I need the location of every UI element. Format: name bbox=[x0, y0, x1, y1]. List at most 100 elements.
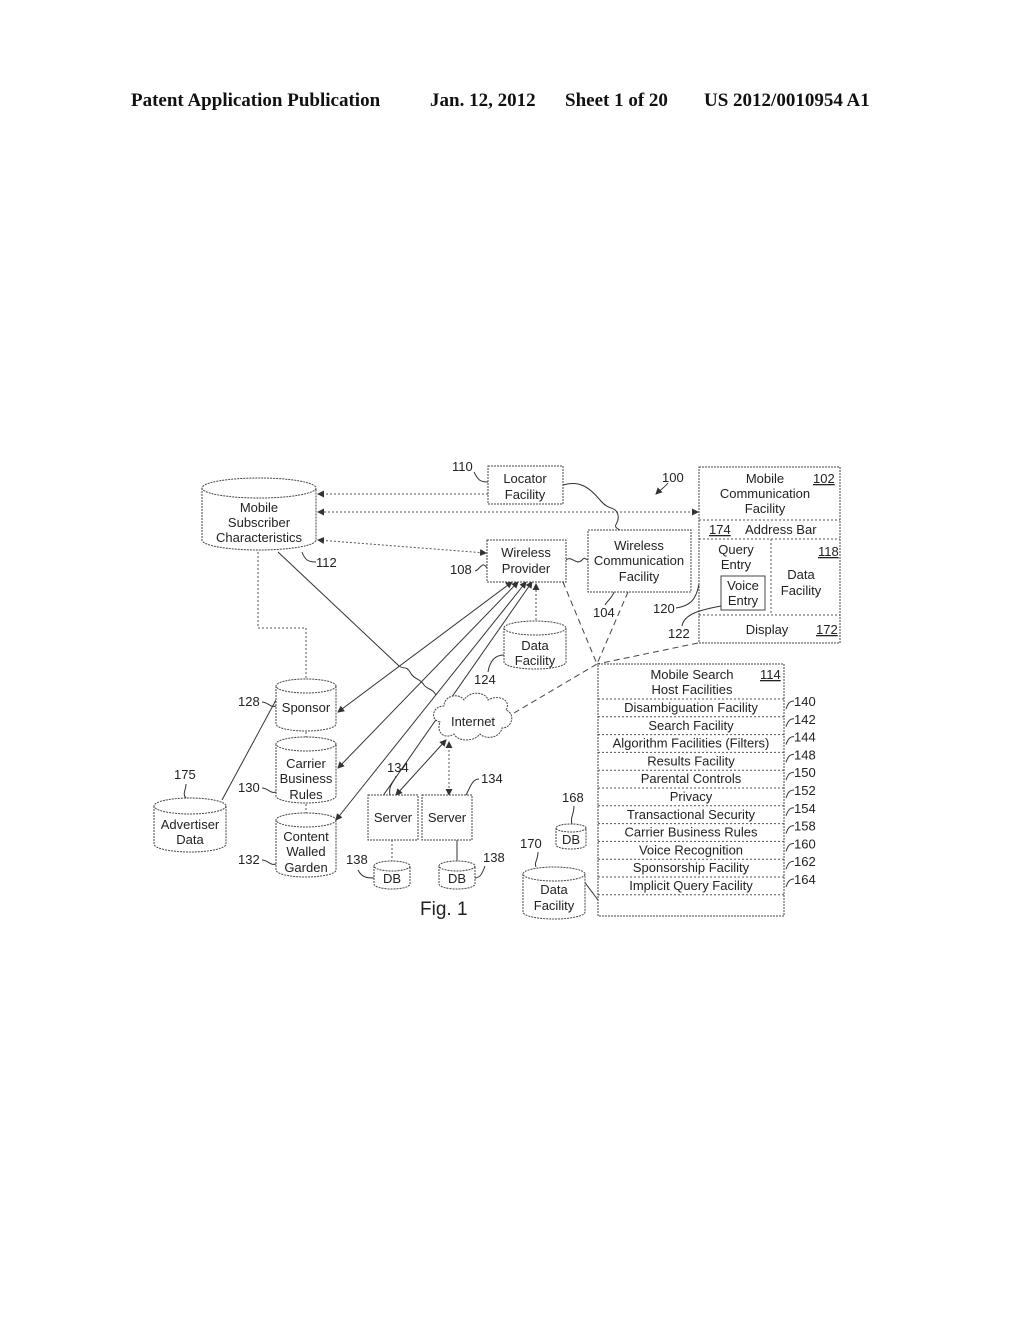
host-row-label: Results Facility bbox=[647, 753, 735, 768]
ref-leader bbox=[785, 860, 795, 870]
wireless-provider: Wireless Provider 108 bbox=[450, 539, 567, 583]
ref-number: 154 bbox=[794, 801, 816, 816]
figure-1-diagram: Mobile Subscriber Characteristics 112 Lo… bbox=[153, 459, 841, 920]
host-row-label: Implicit Query Facility bbox=[629, 878, 753, 893]
system-ref-number: 100 bbox=[662, 470, 684, 485]
node-label: Facility bbox=[745, 501, 786, 516]
mobile-search-host-facilities: Mobile Search Host Facilities 114 Disamb… bbox=[597, 663, 816, 917]
connector-subscriber-internet bbox=[277, 551, 437, 696]
node-label: Communication bbox=[594, 553, 684, 568]
mobile-subscriber-characteristics: Mobile Subscriber Characteristics 112 bbox=[201, 477, 337, 570]
node-label: Mobile bbox=[240, 500, 278, 515]
node-label: Subscriber bbox=[228, 515, 291, 530]
node-label: Server bbox=[428, 810, 467, 825]
ref-leader bbox=[785, 736, 795, 745]
ref-number: 168 bbox=[562, 790, 584, 805]
ref-number: 144 bbox=[794, 730, 816, 745]
content-walled-garden: Content Walled Garden 132 bbox=[238, 812, 337, 878]
node-label: Mobile Search bbox=[650, 667, 733, 682]
ref-leader bbox=[785, 700, 795, 710]
host-row-label: Transactional Security bbox=[627, 807, 756, 822]
node-label: Facility bbox=[505, 487, 546, 502]
ref-number: 122 bbox=[668, 626, 690, 641]
connector-provider-wireless-comm bbox=[565, 557, 589, 563]
ref-leader bbox=[785, 825, 795, 834]
host-row-label: Algorithm Facilities (Filters) bbox=[613, 736, 770, 751]
ref-number: 152 bbox=[794, 783, 816, 798]
ref-leader bbox=[785, 771, 795, 781]
ref-number: 132 bbox=[238, 852, 260, 867]
ref-number: 170 bbox=[520, 836, 542, 851]
ref-number: 172 bbox=[816, 622, 838, 637]
node-label: DB bbox=[383, 871, 401, 886]
connector-provider-host bbox=[562, 581, 598, 665]
ref-number: 102 bbox=[813, 471, 835, 486]
node-label: Wireless bbox=[614, 538, 664, 553]
internet-cloud: Internet bbox=[433, 692, 513, 741]
node-label: Internet bbox=[451, 714, 495, 729]
ref-leader bbox=[785, 842, 795, 852]
ref-number: 142 bbox=[794, 712, 816, 727]
host-row-label: Parental Controls bbox=[641, 771, 742, 786]
ref-number: 175 bbox=[174, 767, 196, 782]
ref-leader bbox=[785, 878, 795, 888]
host-row-label: Carrier Business Rules bbox=[625, 825, 758, 840]
connector-subscriber-provider bbox=[317, 536, 487, 557]
ref-number: 164 bbox=[794, 872, 816, 887]
node-label: Business bbox=[280, 771, 333, 786]
wireless-communication-facility: Wireless Communication Facility 104 bbox=[587, 529, 692, 620]
ref-number: 118 bbox=[818, 544, 839, 559]
db-138-left: DB 138 bbox=[346, 852, 411, 890]
connector-internet-host bbox=[513, 663, 598, 714]
ref-number: 174 bbox=[709, 522, 731, 537]
ref-number: 112 bbox=[316, 555, 337, 570]
node-label: Entry bbox=[728, 593, 759, 608]
connector-mobile-host bbox=[596, 642, 699, 665]
sponsor: Sponsor 128 bbox=[238, 678, 337, 732]
ref-number: 110 bbox=[452, 459, 473, 474]
ref-leader bbox=[785, 789, 795, 799]
ref-number: 120 bbox=[653, 601, 675, 616]
host-row-label: Disambiguation Facility bbox=[624, 700, 758, 715]
ref-number: 128 bbox=[238, 694, 260, 709]
node-label: Walled bbox=[286, 844, 325, 859]
display-label: Display bbox=[746, 622, 789, 637]
address-bar-label: Address Bar bbox=[745, 522, 817, 537]
data-facility-124: Data Facility 124 bbox=[474, 620, 567, 687]
ref-number: 158 bbox=[794, 819, 816, 834]
ref-leader bbox=[785, 753, 795, 763]
node-label: Facility bbox=[534, 898, 575, 913]
ref-leader bbox=[785, 718, 795, 727]
node-label: Facility bbox=[781, 583, 822, 598]
node-label: Data bbox=[176, 832, 204, 847]
node-label: Rules bbox=[289, 787, 323, 802]
node-label: Advertiser bbox=[161, 817, 220, 832]
ref-leader bbox=[785, 807, 795, 816]
host-row-label: Privacy bbox=[670, 789, 713, 804]
node-label: Communication bbox=[720, 486, 810, 501]
server-1: Server 134 bbox=[367, 760, 419, 841]
node-label: Facility bbox=[619, 569, 660, 584]
host-row-label: Voice Recognition bbox=[639, 842, 743, 857]
ref-number: 140 bbox=[794, 694, 816, 709]
db-168: DB 168 bbox=[555, 790, 587, 850]
advertiser-data: Advertiser Data 175 bbox=[153, 767, 227, 853]
carrier-business-rules: Carrier Business Rules 130 bbox=[238, 736, 337, 804]
ref-number: 124 bbox=[474, 672, 496, 687]
ref-number: 150 bbox=[794, 765, 816, 780]
host-row-label: Sponsorship Facility bbox=[633, 860, 750, 875]
ref-number: 104 bbox=[593, 605, 615, 620]
node-label: Provider bbox=[502, 561, 551, 576]
connector-provider-sponsor bbox=[337, 581, 513, 713]
node-label: Data bbox=[540, 882, 568, 897]
ref-number: 162 bbox=[794, 854, 816, 869]
ref-number: 138 bbox=[483, 850, 505, 865]
connector-wireless-host bbox=[596, 591, 629, 665]
node-label: Wireless bbox=[501, 545, 551, 560]
node-label: Characteristics bbox=[216, 530, 302, 545]
figure-caption: Fig. 1 bbox=[420, 899, 468, 920]
db-138-right: DB 138 bbox=[438, 850, 505, 890]
node-label: Facility bbox=[515, 653, 556, 668]
ref-number: 134 bbox=[387, 760, 409, 775]
node-label: Server bbox=[374, 810, 413, 825]
